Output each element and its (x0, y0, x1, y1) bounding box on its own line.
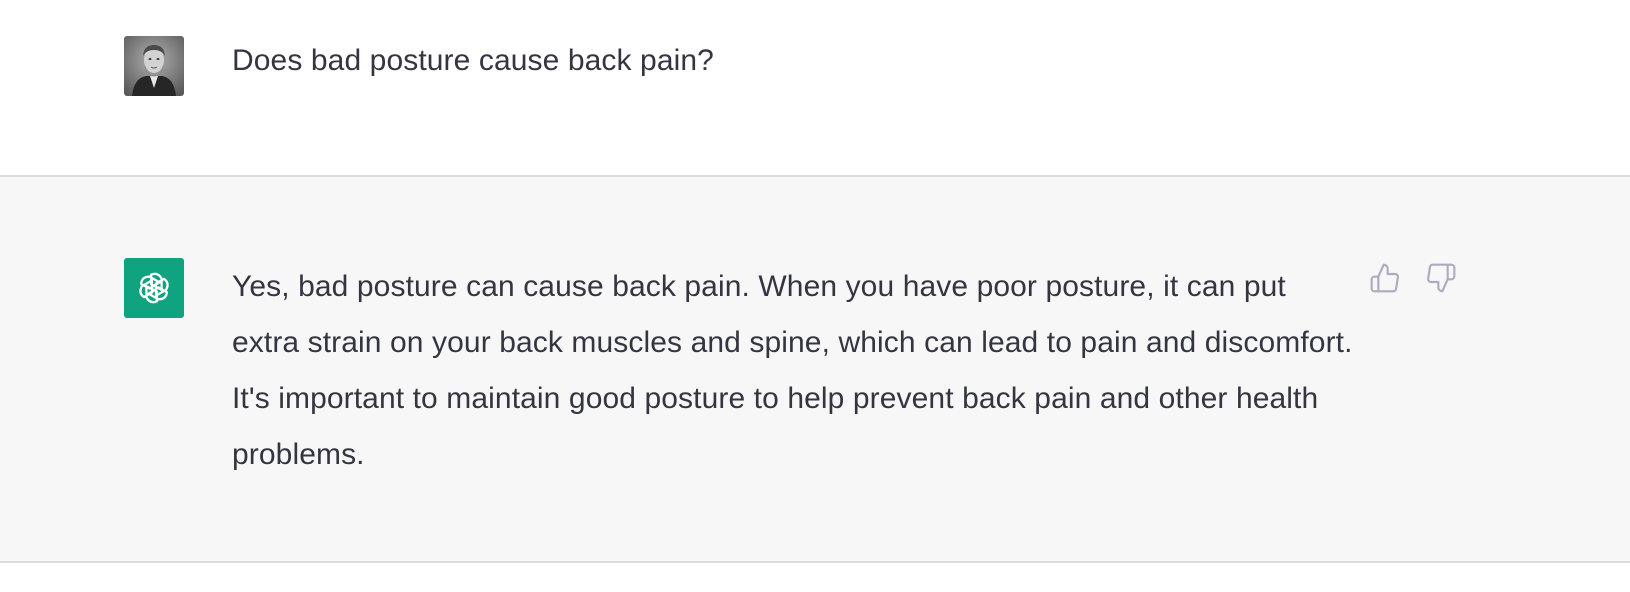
thumbs-up-icon (1370, 263, 1399, 293)
thumbs-down-button[interactable] (1424, 261, 1458, 295)
assistant-avatar (124, 258, 184, 318)
user-message-text: Does bad posture cause back pain? (232, 44, 714, 77)
user-avatar (124, 36, 184, 96)
user-portrait-avatar-icon (124, 36, 184, 96)
openai-logo-icon (139, 272, 169, 304)
feedback-controls (1368, 261, 1458, 295)
chat-page: Does bad posture cause back pain? Yes, b… (0, 0, 1630, 592)
thumbs-up-button[interactable] (1368, 261, 1402, 295)
thumbs-down-icon (1427, 263, 1456, 293)
assistant-message-row: Yes, bad posture can cause back pain. Wh… (0, 177, 1630, 563)
user-message-row: Does bad posture cause back pain? (0, 0, 1630, 177)
assistant-message-text: Yes, bad posture can cause back pain. Wh… (232, 270, 1353, 471)
